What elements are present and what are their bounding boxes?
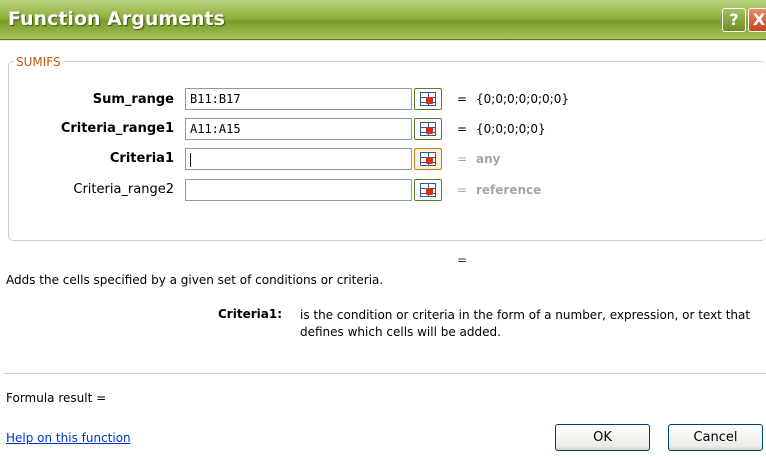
argument-help-text: is the condition or criteria in the form… xyxy=(300,308,751,339)
criteria-range1-collapse-button[interactable] xyxy=(414,118,442,140)
criteria1-input[interactable] xyxy=(185,148,412,170)
help-on-function-link[interactable]: Help on this function xyxy=(6,431,131,445)
sum-range-input[interactable]: B11:B17 xyxy=(185,88,412,110)
sum-range-result: {0;0;0;0;0;0;0} xyxy=(476,92,569,106)
sum-range-label: Sum_range xyxy=(92,92,174,107)
criteria-range2-result: reference xyxy=(476,183,542,197)
equals-sign: = xyxy=(457,183,468,197)
function-description: Adds the cells specified by a given set … xyxy=(6,273,384,287)
criteria-range1-input[interactable]: A11:A15 xyxy=(185,118,412,140)
equals-sign: = xyxy=(457,152,468,166)
sum-range-collapse-button[interactable] xyxy=(414,88,442,110)
title-bar: Function Arguments ? X xyxy=(0,0,766,40)
ok-button[interactable]: OK xyxy=(555,424,650,451)
criteria1-label: Criteria1 xyxy=(109,151,174,166)
equals-sign: = xyxy=(457,122,468,136)
close-button[interactable]: X xyxy=(748,8,766,32)
criteria-range1-label: Criteria_range1 xyxy=(60,121,174,136)
argument-help-name: Criteria1: xyxy=(218,307,282,321)
dialog-body: SUMIFS Sum_range B11:B17 = {0;0;0;0;0;0;… xyxy=(0,41,766,460)
function-result: = xyxy=(457,253,468,267)
collapse-arrow-icon xyxy=(426,127,433,134)
help-button[interactable]: ? xyxy=(722,8,746,32)
criteria-range2-input[interactable] xyxy=(185,179,412,201)
criteria1-collapse-button[interactable] xyxy=(414,148,442,170)
criteria1-result: any xyxy=(476,152,501,166)
criteria-range2-label: Criteria_range2 xyxy=(73,182,174,197)
collapse-arrow-icon xyxy=(426,188,433,195)
collapse-arrow-icon xyxy=(426,97,433,104)
cancel-button[interactable]: Cancel xyxy=(668,424,763,451)
text-caret xyxy=(190,152,191,167)
formula-result: Formula result = xyxy=(6,391,107,405)
criteria-range1-result: {0;0;0;0;0} xyxy=(476,122,546,136)
function-name-legend: SUMIFS xyxy=(14,55,63,69)
divider xyxy=(4,373,766,374)
collapse-arrow-icon xyxy=(426,157,433,164)
equals-sign: = xyxy=(457,92,468,106)
window-title: Function Arguments xyxy=(8,8,225,30)
criteria-range2-collapse-button[interactable] xyxy=(414,179,442,201)
